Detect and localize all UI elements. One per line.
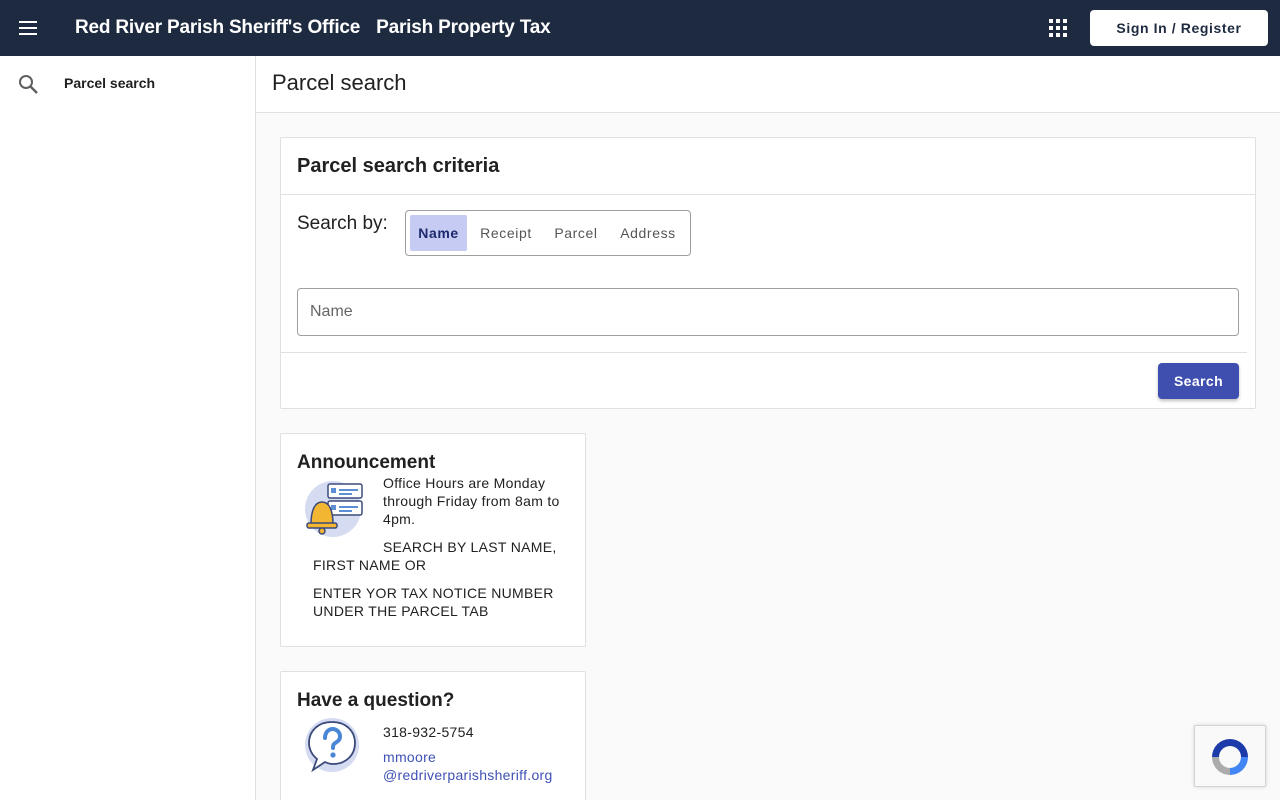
contact-email-link[interactable]: mmoore @redriverparishsheriff.org	[383, 748, 573, 784]
sidebar-item-parcel-search[interactable]: Parcel search	[0, 56, 255, 110]
page-header: Parcel search	[256, 56, 1280, 113]
have-a-question-card: Have a question? 318-932-5754 mmoore @re…	[280, 671, 586, 800]
parcel-search-criteria-card: Parcel search criteria Search by: Name R…	[280, 137, 1256, 409]
bell-notification-icon	[305, 481, 363, 537]
contact-phone: 318-932-5754	[383, 724, 474, 740]
criteria-title: Parcel search criteria	[297, 155, 500, 177]
search-by-label: Search by:	[297, 213, 388, 234]
question-title: Have a question?	[297, 690, 455, 711]
email-part-user: mmoore	[383, 749, 437, 765]
toggle-receipt[interactable]: Receipt	[473, 215, 539, 251]
search-by-toggle-group: Name Receipt Parcel Address	[405, 210, 691, 256]
org-name[interactable]: Red River Parish Sheriff's Office	[75, 17, 360, 39]
announcement-text: SEARCH BY LAST NAME, FIRST NAME OR	[313, 539, 557, 573]
divider	[281, 194, 1255, 195]
divider	[281, 352, 1247, 353]
announcement-title: Announcement	[297, 452, 436, 473]
toggle-address[interactable]: Address	[612, 215, 684, 251]
page-title: Parcel search	[272, 70, 407, 95]
app-name[interactable]: Parish Property Tax	[376, 17, 551, 39]
announcement-text: ENTER YOR TAX NOTICE NUMBER UNDER THE PA…	[313, 585, 554, 619]
sign-in-register-button[interactable]: Sign In / Register	[1090, 10, 1268, 46]
sidebar: Parcel search	[0, 56, 256, 800]
recaptcha-logo-icon	[1212, 739, 1248, 775]
apps-grid-icon	[1049, 19, 1067, 37]
sidebar-item-label: Parcel search	[64, 75, 156, 91]
toggle-name[interactable]: Name	[410, 215, 467, 251]
search-icon	[19, 75, 38, 94]
announcement-card: Announcement Office Hours are Monday thr…	[280, 433, 586, 647]
search-button[interactable]: Search	[1158, 363, 1239, 399]
menu-button[interactable]	[0, 0, 56, 56]
email-part-domain: @redriverparishsheriff.org	[383, 767, 553, 783]
recaptcha-badge[interactable]	[1194, 725, 1266, 787]
question-bubble-icon	[305, 718, 359, 773]
announcement-text: Office Hours are Monday through Friday f…	[383, 475, 560, 527]
toggle-parcel[interactable]: Parcel	[546, 215, 606, 251]
top-app-bar: Red River Parish Sheriff's Office Parish…	[0, 0, 1280, 56]
apps-button[interactable]	[1042, 12, 1074, 44]
menu-icon	[19, 21, 37, 35]
name-search-input[interactable]	[297, 288, 1239, 336]
